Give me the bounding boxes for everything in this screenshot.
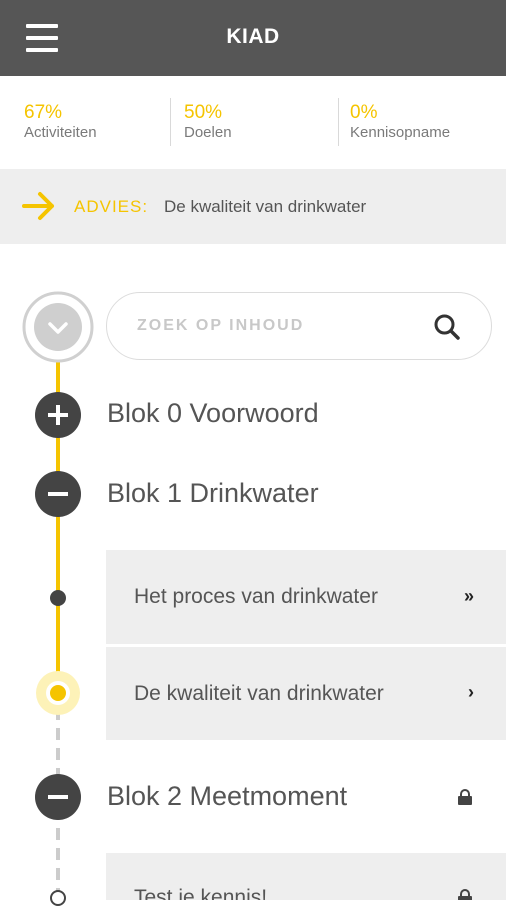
search-input[interactable] [137,311,427,341]
lock-icon [458,789,472,805]
double-chevron-right-icon: » [463,586,474,606]
collapse-icon[interactable] [35,774,81,820]
stat-activities: 67% Activiteiten [24,102,97,142]
stat-divider [170,98,171,146]
app-header: KIAD [0,0,506,76]
lesson-title: Het proces van drinkwater [134,585,378,608]
block-title[interactable]: Blok 0 Voorwoord [107,398,319,429]
stat-knowledge: 0% Kennisopname [350,102,450,142]
lesson-title: De kwaliteit van drinkwater [134,682,384,705]
expand-icon[interactable] [35,392,81,438]
stat-percent: 67% [24,102,63,123]
stat-divider [338,98,339,146]
lesson-locked-dot [50,890,66,906]
current-lesson-dot [50,685,66,701]
app-title: KIAD [226,25,280,48]
lesson-item[interactable]: De kwaliteit van drinkwater › [106,647,506,740]
search-icon[interactable] [433,313,461,341]
lesson-item[interactable]: Test je kennis! [106,853,506,900]
stat-percent: 0% [350,102,378,123]
advice-text: De kwaliteit van drinkwater [164,197,367,216]
stat-percent: 50% [184,102,223,123]
lesson-title: Test je kennis! [134,886,268,900]
advice-tag: ADVIES: [74,197,149,216]
chevron-right-icon: › [468,682,474,702]
stat-label: Doelen [184,124,232,141]
search-bar [106,292,492,360]
lock-icon [458,889,472,900]
stat-goals: 50% Doelen [184,102,232,142]
stat-label: Kennisopname [350,124,451,141]
lesson-done-dot [50,590,66,606]
lesson-item[interactable]: Het proces van drinkwater » [106,550,506,644]
collapse-all-toggle[interactable] [22,291,94,363]
block-title[interactable]: Blok 2 Meetmoment [107,781,347,812]
arrow-right-icon [22,192,54,220]
advice-banner[interactable]: ADVIES: De kwaliteit van drinkwater [0,169,506,244]
collapse-icon[interactable] [35,471,81,517]
progress-stats: 67% Activiteiten 50% Doelen 0% Kennisopn… [0,76,506,169]
stat-label: Activiteiten [24,124,97,141]
block-title[interactable]: Blok 1 Drinkwater [107,478,319,509]
